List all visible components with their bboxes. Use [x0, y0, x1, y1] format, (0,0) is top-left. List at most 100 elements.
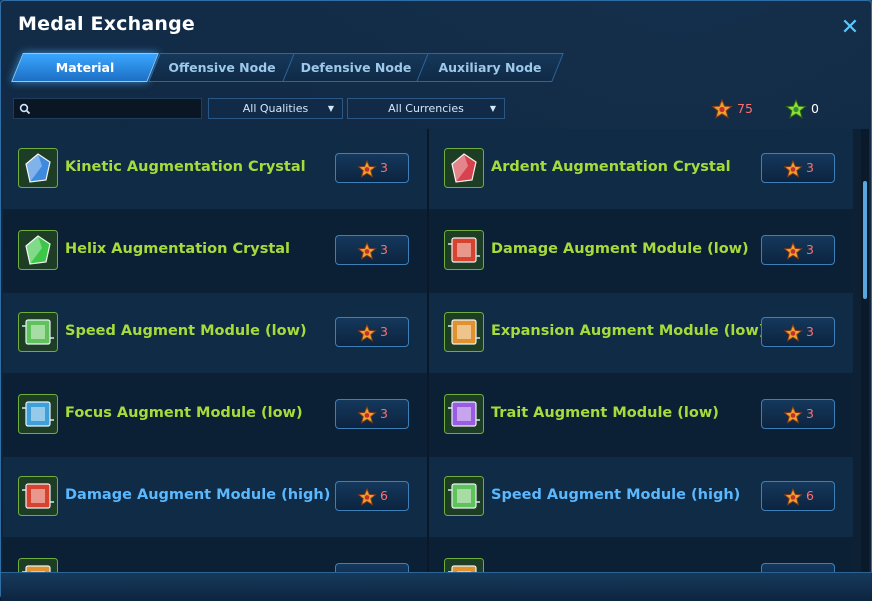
- item-name: Expansion Augment Module (low): [491, 323, 766, 339]
- item-name: Trait Augment Module (low): [491, 405, 719, 421]
- item-row[interactable]: Trait Augment Module (low) 3: [429, 375, 853, 455]
- bottom-bar: [1, 572, 872, 601]
- item-row[interactable]: Damage Augment Module (high) 6: [3, 457, 427, 537]
- item-icon: [444, 394, 484, 434]
- item-price: 3: [806, 324, 814, 339]
- item-column-left: Kinetic Augmentation Crystal 3 Helix Augme…: [3, 129, 427, 572]
- purchase-button[interactable]: 6: [761, 481, 835, 511]
- tab-auxiliary-node[interactable]: Auxiliary Node: [416, 53, 564, 82]
- red-chip-icon: [18, 476, 58, 516]
- item-icon: [444, 230, 484, 270]
- item-column-right: Ardent Augmentation Crystal 3 Damage Augme…: [429, 129, 853, 572]
- green-medal-balance: 0: [785, 99, 825, 119]
- close-icon[interactable]: ✕: [839, 17, 861, 39]
- item-name: Speed Augment Module (high): [491, 487, 741, 503]
- item-row[interactable]: Damage Augment Module (low) 3: [429, 211, 853, 291]
- orange-chip-icon: [444, 558, 484, 572]
- chevron-down-icon: ▼: [489, 104, 496, 113]
- tab-material[interactable]: Material: [11, 53, 159, 82]
- item-row[interactable]: Focus Augment Module (low) 3: [3, 375, 427, 455]
- scrollbar-thumb[interactable]: [863, 181, 867, 299]
- item-price: 6: [806, 488, 814, 503]
- purchase-button[interactable]: 3: [335, 317, 409, 347]
- orange-chip-icon: [444, 312, 484, 352]
- orange-medal-icon: [357, 160, 377, 178]
- quality-filter-dropdown[interactable]: All Qualities ▼: [208, 98, 343, 119]
- green-chip-icon: [18, 312, 58, 352]
- purchase-button[interactable]: 3: [335, 399, 409, 429]
- item-row[interactable]: [429, 539, 853, 572]
- red-chip-icon: [444, 230, 484, 270]
- purchase-button[interactable]: 3: [761, 235, 835, 265]
- item-price: 3: [806, 160, 814, 175]
- tab-defensive-node[interactable]: Defensive Node: [282, 53, 430, 82]
- window-title: Medal Exchange: [18, 13, 196, 35]
- item-price: 3: [806, 242, 814, 257]
- orange-medal-icon: [783, 324, 803, 342]
- item-row[interactable]: Speed Augment Module (low) 3: [3, 293, 427, 373]
- search-input[interactable]: [36, 100, 200, 119]
- item-row[interactable]: Speed Augment Module (high) 6: [429, 457, 853, 537]
- item-name: Ardent Augmentation Crystal: [491, 159, 731, 175]
- purchase-button[interactable]: [335, 563, 409, 572]
- medal-exchange-window: Medal Exchange ✕ Material Offensive Node…: [0, 0, 872, 601]
- item-price: 3: [380, 406, 388, 421]
- item-row[interactable]: Expansion Augment Module (low) 3: [429, 293, 853, 373]
- purchase-button[interactable]: 6: [335, 481, 409, 511]
- item-list: Kinetic Augmentation Crystal 3 Helix Augme…: [3, 129, 869, 572]
- red-crystal-icon: [444, 148, 484, 188]
- item-name: Damage Augment Module (low): [491, 241, 749, 257]
- purchase-button[interactable]: 3: [761, 317, 835, 347]
- item-name: Speed Augment Module (low): [65, 323, 307, 339]
- item-row[interactable]: Ardent Augmentation Crystal 3: [429, 129, 853, 209]
- item-name: Kinetic Augmentation Crystal: [65, 159, 306, 175]
- item-icon: [18, 148, 58, 188]
- purchase-button[interactable]: [761, 563, 835, 572]
- tab-offensive-node[interactable]: Offensive Node: [148, 53, 296, 82]
- item-name: Helix Augmentation Crystal: [65, 241, 291, 257]
- item-icon: [444, 558, 484, 572]
- orange-medal-icon: [711, 99, 733, 119]
- orange-medal-icon: [783, 242, 803, 260]
- purchase-button[interactable]: 3: [761, 399, 835, 429]
- purple-chip-icon: [444, 394, 484, 434]
- item-price: 3: [380, 242, 388, 257]
- purchase-button[interactable]: 3: [761, 153, 835, 183]
- orange-medal-icon: [783, 160, 803, 178]
- orange-medal-icon: [783, 488, 803, 506]
- item-icon: [18, 476, 58, 516]
- orange-medal-icon: [357, 242, 377, 260]
- item-icon: [444, 312, 484, 352]
- item-icon: [444, 476, 484, 516]
- green-chip-icon: [444, 476, 484, 516]
- search-box[interactable]: [13, 98, 202, 119]
- orange-medal-icon: [783, 406, 803, 424]
- item-row[interactable]: Helix Augmentation Crystal 3: [3, 211, 427, 291]
- orange-medal-icon: [357, 488, 377, 506]
- orange-medal-icon: [357, 324, 377, 342]
- orange-chip-icon: [18, 558, 58, 572]
- item-icon: [18, 312, 58, 352]
- green-crystal-icon: [18, 230, 58, 270]
- item-row[interactable]: Kinetic Augmentation Crystal 3: [3, 129, 427, 209]
- item-name: Damage Augment Module (high): [65, 487, 331, 503]
- purchase-button[interactable]: 3: [335, 235, 409, 265]
- orange-medal-icon: [357, 406, 377, 424]
- purchase-button[interactable]: 3: [335, 153, 409, 183]
- item-row[interactable]: [3, 539, 427, 572]
- search-icon: [19, 103, 31, 115]
- item-icon: [18, 394, 58, 434]
- currency-filter-dropdown[interactable]: All Currencies ▼: [347, 98, 505, 119]
- item-icon: [18, 230, 58, 270]
- item-icon: [18, 558, 58, 572]
- blue-chip-icon: [18, 394, 58, 434]
- column-divider: [427, 129, 429, 572]
- item-price: 3: [380, 160, 388, 175]
- green-medal-icon: [785, 99, 807, 119]
- item-price: 3: [380, 324, 388, 339]
- blue-crystal-icon: [18, 148, 58, 188]
- orange-medal-count: 75: [737, 101, 753, 116]
- orange-medal-balance: 75: [711, 99, 761, 119]
- green-medal-count: 0: [811, 101, 819, 116]
- item-name: Focus Augment Module (low): [65, 405, 303, 421]
